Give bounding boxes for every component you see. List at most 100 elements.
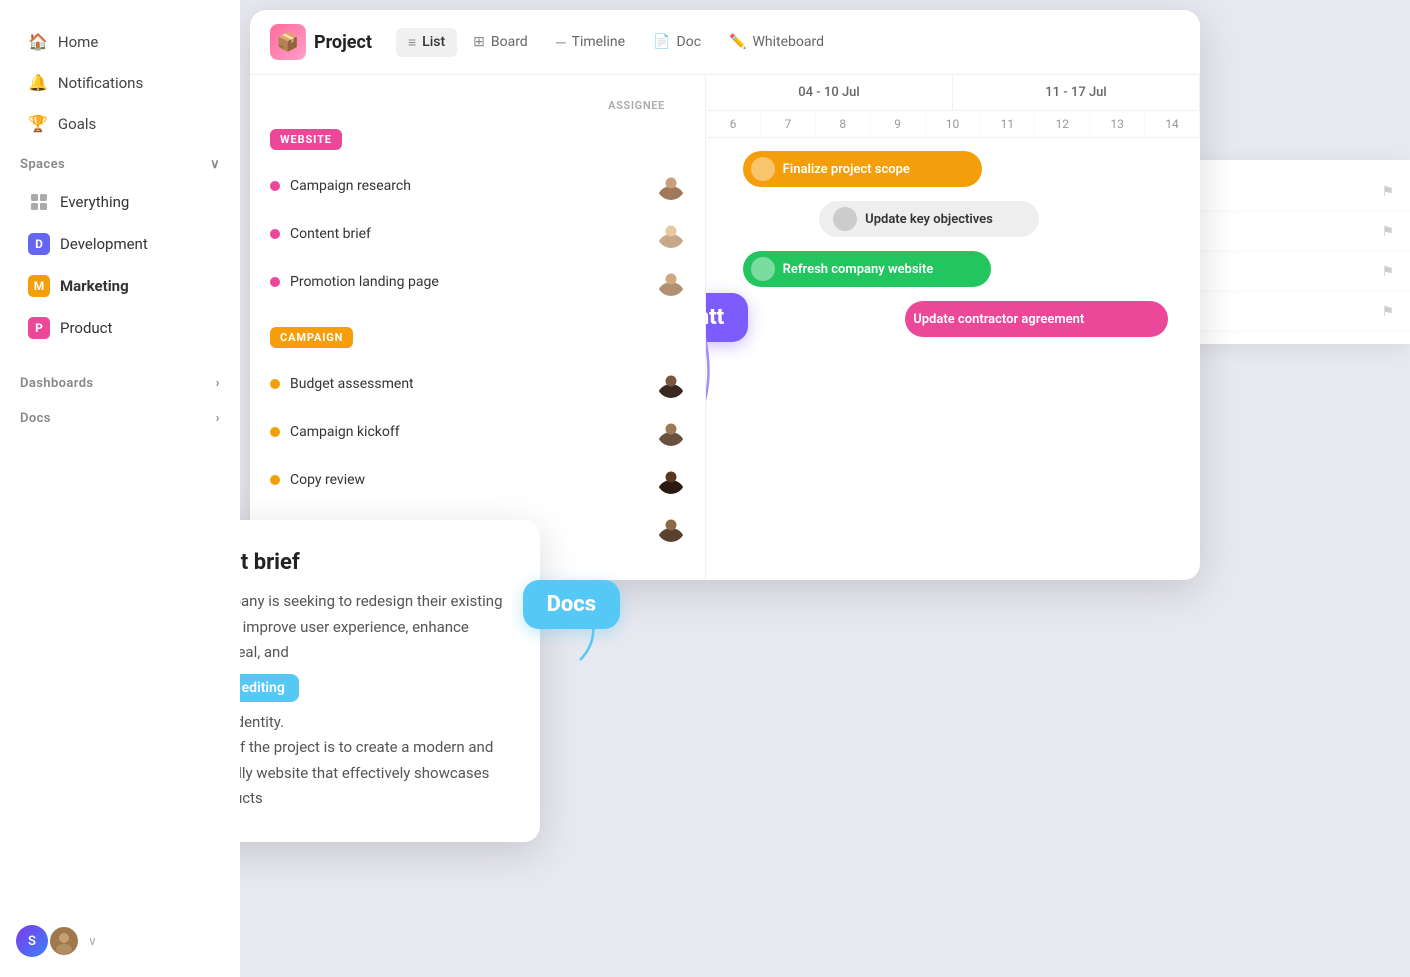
gantt-bar-row: Update key objectives <box>714 196 1192 242</box>
project-icon: 📦 <box>270 24 306 60</box>
gantt-bar-avatar <box>751 157 775 181</box>
task-dot <box>270 277 280 287</box>
docs-connector <box>560 610 620 670</box>
gantt-bar-row: Update contractor agreement <box>714 296 1192 342</box>
gantt-bar-row: Refresh company website <box>714 246 1192 292</box>
marketing-badge: M <box>28 275 50 297</box>
flag-icon: ⚑ <box>1381 304 1394 320</box>
gantt-connector <box>706 323 726 423</box>
task-name: Budget assessment <box>290 376 647 392</box>
task-list: ASSIGNEE WEBSITE Campaign research <box>250 75 706 580</box>
task-dot <box>270 475 280 485</box>
user-profile[interactable]: S ∨ <box>0 925 240 957</box>
dashboards-header: Dashboards › <box>0 364 240 399</box>
gantt-bar-avatar <box>751 257 775 281</box>
task-dot <box>270 181 280 191</box>
content-area: ASSIGNEE WEBSITE Campaign research <box>250 75 1200 580</box>
bell-icon: 🔔 <box>28 73 48 92</box>
gantt-days: 6 7 8 9 10 11 12 13 14 <box>706 111 1200 138</box>
timeline-icon: ─ <box>556 34 566 51</box>
gantt-bar-objectives: Update key objectives <box>819 201 1039 237</box>
task-row[interactable]: Campaign kickoff <box>250 408 705 456</box>
list-icon: ≡ <box>408 34 416 51</box>
flag-icon: ⚑ <box>1381 224 1394 240</box>
chevron-down-icon: ∨ <box>88 934 97 948</box>
gantt-day: 8 <box>816 111 871 137</box>
task-name: Campaign research <box>290 178 647 194</box>
task-avatar <box>657 514 685 542</box>
sidebar-item-product[interactable]: P Product <box>8 308 232 348</box>
task-name: Campaign kickoff <box>290 424 647 440</box>
home-icon: 🏠 <box>28 32 48 51</box>
website-badge: WEBSITE <box>270 129 342 150</box>
gantt-bar-contractor: Update contractor agreement <box>905 301 1168 337</box>
whiteboard-icon: ✏️ <box>729 34 746 50</box>
sidebar-item-marketing[interactable]: M Marketing <box>8 266 232 306</box>
task-avatar <box>657 268 685 296</box>
gantt-bar-refresh: Refresh company website <box>743 251 992 287</box>
task-row[interactable]: Copy review <box>250 456 705 504</box>
sidebar-item-notifications[interactable]: 🔔 Notifications <box>8 63 232 102</box>
chevron-down-icon[interactable]: ∨ <box>210 157 220 172</box>
gantt-week-1: 04 - 10 Jul <box>706 75 953 110</box>
task-avatar <box>657 220 685 248</box>
task-dot <box>270 379 280 389</box>
sidebar-nav: 🏠 Home 🔔 Notifications 🏆 Goals <box>0 22 240 143</box>
gantt-body: Finalize project scope Update key object… <box>706 138 1200 538</box>
gantt-header: 04 - 10 Jul 11 - 17 Jul <box>706 75 1200 111</box>
tab-doc[interactable]: 📄 Doc <box>641 28 713 57</box>
group-website: WEBSITE <box>250 120 705 162</box>
chevron-right-icon[interactable]: › <box>216 376 220 391</box>
sidebar-item-goals[interactable]: 🏆 Goals <box>8 104 232 143</box>
grid-icon <box>28 191 50 213</box>
tab-whiteboard[interactable]: ✏️ Whiteboard <box>717 28 836 57</box>
col-header-assignee: ASSIGNEE <box>250 91 705 120</box>
gantt-day: 11 <box>980 111 1035 137</box>
avatar-j <box>48 925 80 957</box>
task-dot <box>270 229 280 239</box>
board-icon: ⊞ <box>473 34 485 50</box>
doc-icon: 📄 <box>653 34 670 50</box>
flag-icon: ⚑ <box>1381 184 1394 200</box>
sidebar-item-home[interactable]: 🏠 Home <box>8 22 232 61</box>
gantt-day: 7 <box>761 111 816 137</box>
group-campaign: CAMPAIGN <box>250 318 705 360</box>
tab-timeline[interactable]: ─ Timeline <box>544 28 637 57</box>
gantt-bar-avatar <box>833 207 857 231</box>
gantt-day: 10 <box>926 111 981 137</box>
sidebar-item-label: Notifications <box>58 74 143 92</box>
window-header: 📦 Project ≡ List ⊞ Board ─ Timeline 📄 Do… <box>250 10 1200 75</box>
campaign-badge: CAMPAIGN <box>270 327 353 348</box>
task-row[interactable]: Campaign research <box>250 162 705 210</box>
spaces-header: Spaces ∨ <box>0 145 240 180</box>
nav-tabs: ≡ List ⊞ Board ─ Timeline 📄 Doc ✏️ Wh <box>396 28 836 57</box>
task-name: Promotion landing page <box>290 274 647 290</box>
sidebar-item-everything[interactable]: Everything <box>8 182 232 222</box>
gantt-day: 6 <box>706 111 761 137</box>
sidebar-item-label: Home <box>58 33 98 51</box>
tab-board[interactable]: ⊞ Board <box>461 28 540 57</box>
development-badge: D <box>28 233 50 255</box>
gantt-day: 9 <box>871 111 926 137</box>
gantt-day: 13 <box>1090 111 1145 137</box>
gantt-area: 04 - 10 Jul 11 - 17 Jul 6 7 8 9 10 11 12… <box>706 75 1200 580</box>
flag-icon: ⚑ <box>1381 264 1394 280</box>
task-row[interactable]: Content brief <box>250 210 705 258</box>
gantt-bar-row: Finalize project scope <box>714 146 1192 192</box>
main-window: 📦 Project ≡ List ⊞ Board ─ Timeline 📄 Do… <box>250 10 1200 580</box>
goals-icon: 🏆 <box>28 114 48 133</box>
task-row[interactable]: Promotion landing page <box>250 258 705 306</box>
gantt-day: 12 <box>1035 111 1090 137</box>
tab-list[interactable]: ≡ List <box>396 28 457 57</box>
avatar-s: S <box>16 925 48 957</box>
task-avatar <box>657 418 685 446</box>
project-title: Project <box>314 32 372 53</box>
task-dot <box>270 427 280 437</box>
task-name: Copy review <box>290 472 647 488</box>
sidebar-item-label: Goals <box>58 115 96 133</box>
chevron-right-icon[interactable]: › <box>216 411 220 426</box>
sidebar-item-development[interactable]: D Development <box>8 224 232 264</box>
gantt-week-2: 11 - 17 Jul <box>953 75 1200 110</box>
product-badge: P <box>28 317 50 339</box>
task-row[interactable]: Budget assessment <box>250 360 705 408</box>
